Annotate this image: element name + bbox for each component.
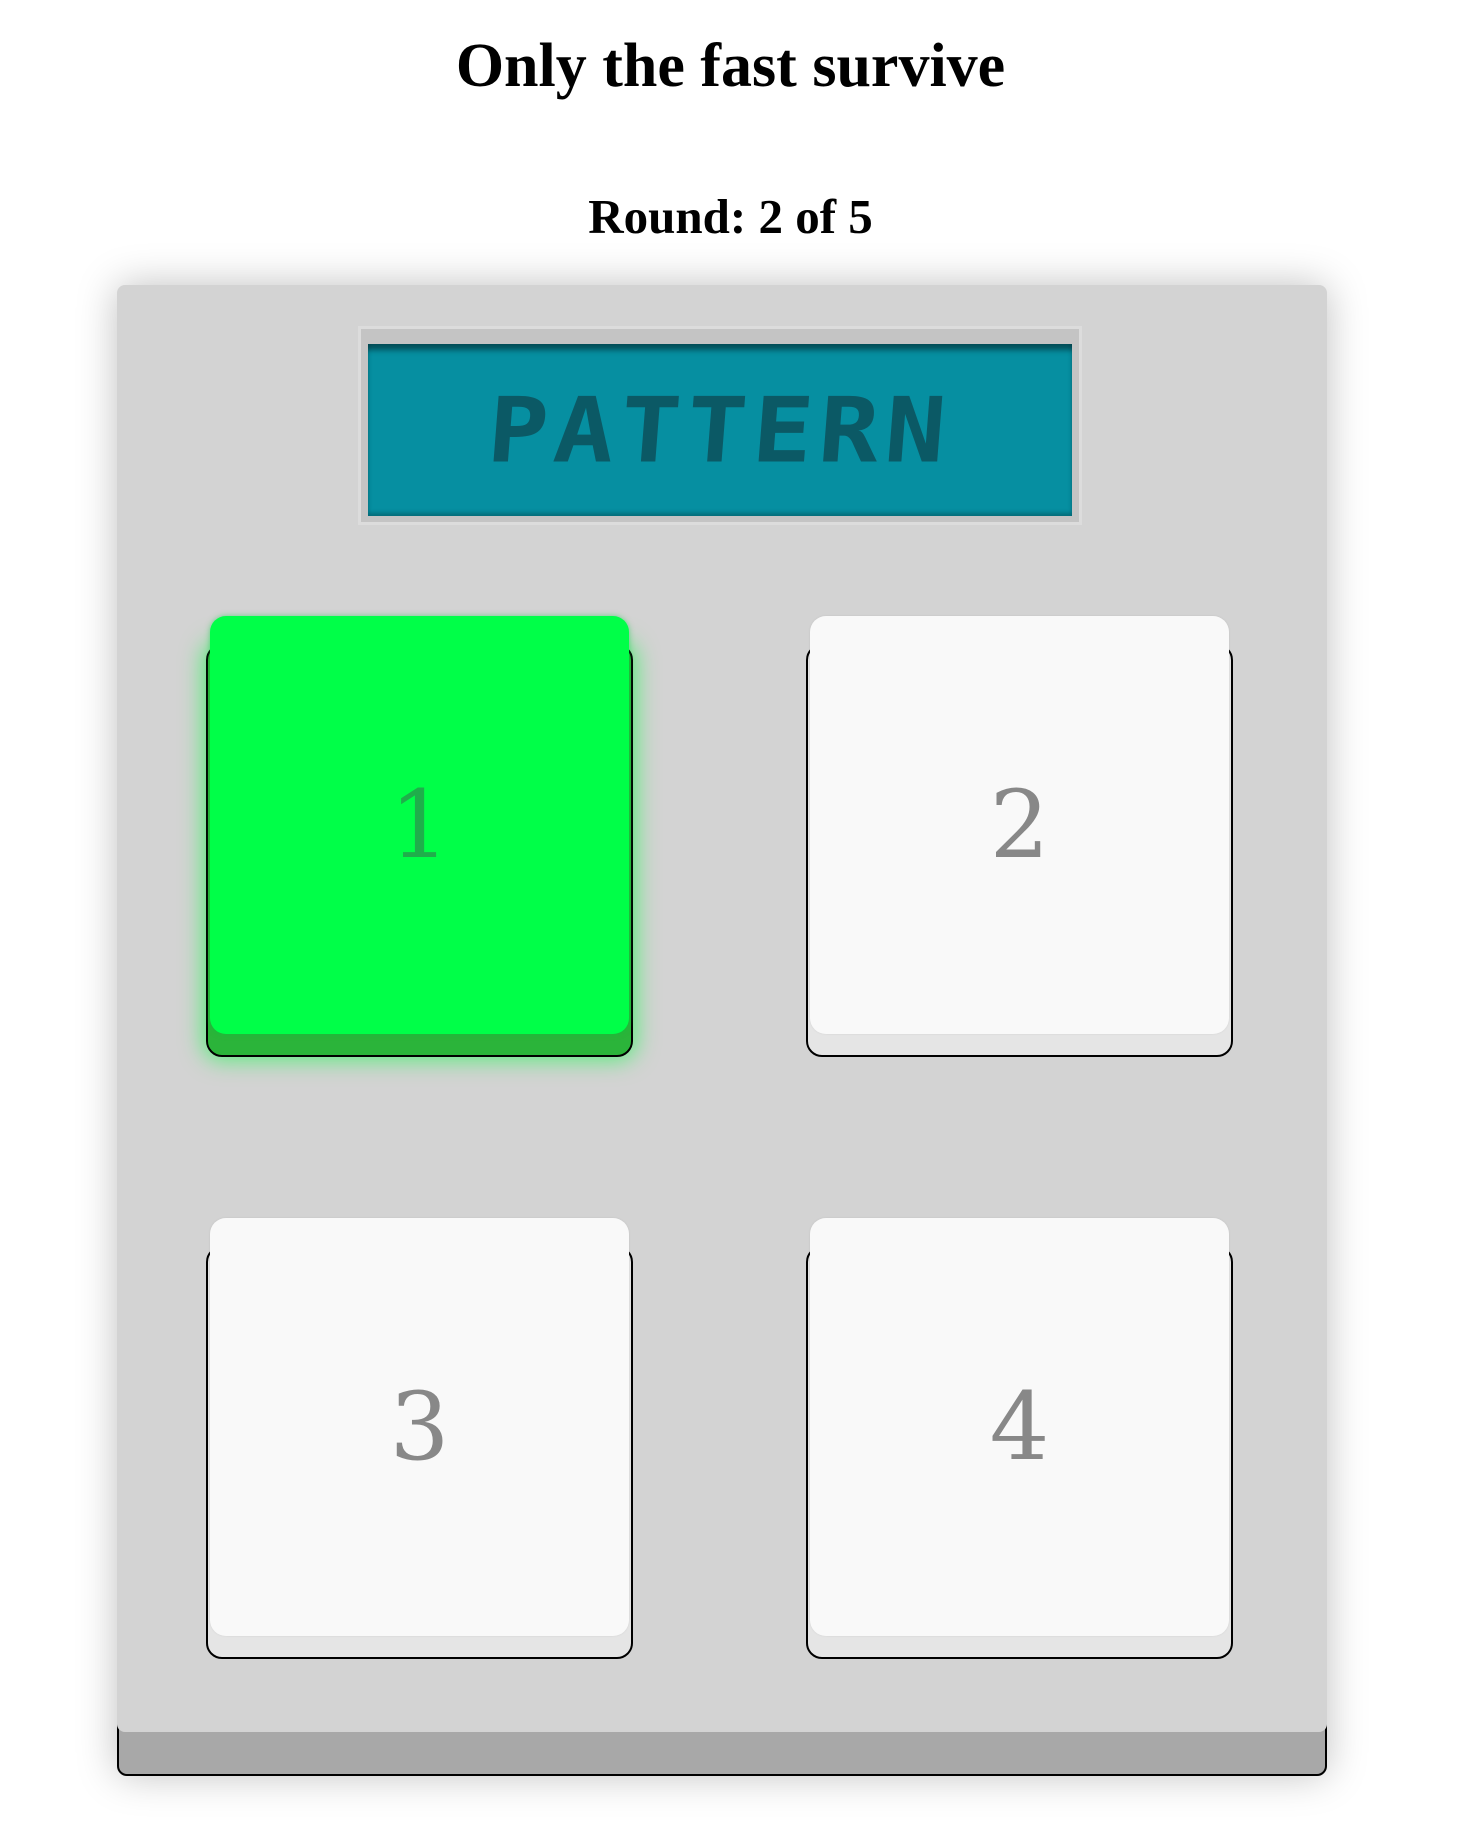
page-title: Only the fast survive: [455, 32, 1006, 100]
pad-4-button[interactable]: 4: [806, 1218, 1233, 1659]
pad-4-label: 4: [989, 1372, 1050, 1482]
pad-3-face[interactable]: 3: [210, 1218, 629, 1636]
pad-3-label: 3: [389, 1372, 450, 1482]
pad-2-face[interactable]: 2: [810, 616, 1229, 1034]
pad-1-face[interactable]: 1: [210, 616, 629, 1034]
pad-1-label: 1: [389, 770, 450, 880]
pad-2-button[interactable]: 2: [806, 616, 1233, 1057]
display-text: PATTERN: [484, 377, 956, 483]
pad-2-label: 2: [989, 770, 1050, 880]
pad-4-face[interactable]: 4: [810, 1218, 1229, 1636]
pad-3-button[interactable]: 3: [206, 1218, 633, 1659]
round-counter: Round: 2 of 5: [588, 189, 873, 244]
pad-1-button[interactable]: 1: [206, 616, 633, 1057]
lcd-display: PATTERN: [368, 344, 1072, 516]
